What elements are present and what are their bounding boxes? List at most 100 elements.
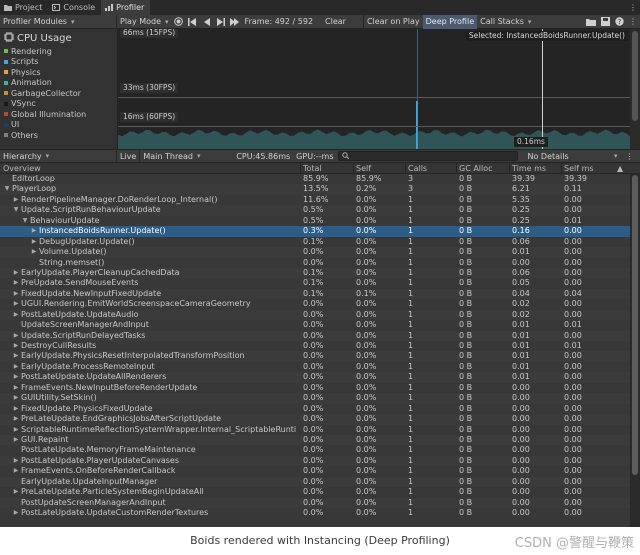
table-row[interactable]: ▶ FixedUpdate.NewInputFixedUpdate 0.1% 0.1%…	[0, 288, 640, 300]
table-row[interactable]: ▶ DebugUpdater.Update() 0.1% 0.0% 1 0 B 0.06 0.…	[0, 237, 640, 247]
column-total[interactable]: Total	[303, 164, 322, 173]
table-row[interactable]: ▶ EarlyUpdate.PlayerCleanupCachedData 0.1%…	[0, 267, 640, 279]
column-divider[interactable]	[456, 163, 457, 174]
details-dropdown[interactable]: No Details	[524, 149, 620, 163]
next-frame-icon[interactable]	[214, 15, 228, 29]
collapsed-arrow-icon[interactable]: ▶	[12, 310, 20, 320]
module-item-global-illumination[interactable]: Global Illumination	[4, 109, 86, 119]
collapsed-arrow-icon[interactable]: ▶	[12, 351, 20, 361]
profiler-modules-dropdown[interactable]: Profiler Modules	[0, 15, 116, 29]
table-row[interactable]: ▶ GUI.Repaint 0.0% 0.0% 1 0 B 0.00 0.00	[0, 434, 640, 446]
table-row[interactable]: ▶ PostLateUpdate.UpdateCustomRenderTextur…	[0, 508, 640, 518]
collapsed-arrow-icon[interactable]: ▶	[12, 372, 20, 382]
collapsed-arrow-icon[interactable]: ▶	[12, 331, 20, 341]
column-gc-alloc[interactable]: GC Alloc	[459, 164, 493, 173]
collapsed-arrow-icon[interactable]: ▶	[12, 456, 20, 466]
module-item-rendering[interactable]: Rendering	[4, 46, 52, 56]
collapsed-arrow-icon[interactable]: ▶	[12, 299, 20, 309]
collapsed-arrow-icon[interactable]: ▶	[30, 247, 38, 257]
collapsed-arrow-icon[interactable]: ▶	[12, 393, 20, 403]
module-item-others[interactable]: Others	[4, 130, 38, 140]
more-options-icon[interactable]: ⋮	[626, 15, 640, 29]
hierarchy-options-icon[interactable]: ⋮	[622, 149, 636, 163]
column-divider[interactable]	[353, 163, 354, 174]
table-row[interactable]: ▶ FrameEvents.NewInputBeforeRenderUpdate 0…	[0, 383, 640, 393]
module-item-animation[interactable]: Animation	[4, 78, 52, 88]
play-mode-dropdown[interactable]: Play Mode	[116, 14, 172, 29]
selected-frame-marker[interactable]	[542, 29, 543, 149]
table-row[interactable]: EarlyUpdate.UpdateInputManager 0.0% 0.0% 1 0…	[0, 476, 640, 488]
expanded-arrow-icon[interactable]: ▼	[3, 184, 11, 194]
column-divider[interactable]	[561, 163, 562, 174]
collapsed-arrow-icon[interactable]: ▶	[12, 435, 20, 445]
table-row[interactable]: ▶ Update.ScriptRunDelayedTasks 0.0% 0.0% 1 0 …	[0, 330, 640, 341]
table-row[interactable]: PostUpdateScreenManagerAndInput 0.0% 0.0% 1…	[0, 497, 640, 508]
cpu-usage-graph[interactable]: 66ms (15FPS) 33ms (30FPS) 16ms (60FPS) S…	[118, 29, 630, 149]
table-row[interactable]: ▶ PreUpdate.SendMouseEvents 0.1% 0.0% 1 0 B 0.…	[0, 278, 640, 288]
table-row[interactable]: ▶ DestroyCullResults 0.0% 0.0% 1 0 B 0.01 0.01	[0, 341, 640, 351]
table-row[interactable]: ▶ PreLateUpdate.EndGraphicsJobsAfterScrip…	[0, 414, 640, 425]
table-row[interactable]: EditorLoop 85.9% 85.9% 3 0 B 39.39 39.39	[0, 174, 640, 184]
column-self[interactable]: Self	[356, 164, 371, 173]
clear-on-play-button[interactable]: Clear on Play	[362, 14, 423, 29]
save-icon[interactable]	[598, 15, 612, 29]
table-row[interactable]: ▶ Volume.Update() 0.0% 0.0% 1 0 B 0.01 0.00	[0, 247, 640, 258]
table-row[interactable]: ▶ InstancedBoidsRunner.Update() 0.3% 0.0% 1 0…	[0, 226, 640, 237]
module-item-scripts[interactable]: Scripts	[4, 57, 38, 67]
table-row[interactable]: ▶ ScriptableRuntimeReflectionSystemWrappe…	[0, 425, 640, 435]
table-row[interactable]: ▼ Update.ScriptRunBehaviourUpdate 0.5% 0.0%…	[0, 205, 640, 216]
collapsed-arrow-icon[interactable]: ▶	[12, 268, 20, 278]
sort-descending-icon[interactable]: ▲	[617, 164, 623, 173]
table-row[interactable]: ▶ UGUI.Rendering.EmitWorldScreenspaceCame…	[0, 299, 640, 309]
table-row[interactable]: ▶ PreLateUpdate.ParticleSystemBeginUpdate…	[0, 487, 640, 497]
table-row[interactable]: String.memset() 0.0% 0.0% 1 0 B 0.00 0.00	[0, 258, 640, 268]
table-row[interactable]: ▶ PostLateUpdate.UpdateAllRenderers 0.0% 0.…	[0, 372, 640, 383]
clear-button[interactable]: Clear	[322, 15, 349, 29]
table-row[interactable]: UpdateScreenManagerAndInput 0.0% 0.0% 1 0 B 0…	[0, 320, 640, 330]
kebab-menu-icon[interactable]: ⋮	[626, 0, 640, 15]
module-item-physics[interactable]: Physics	[4, 67, 41, 77]
collapsed-arrow-icon[interactable]: ▶	[12, 508, 20, 518]
cpu-usage-module-header[interactable]: CPU Usage	[4, 32, 72, 45]
collapsed-arrow-icon[interactable]: ▶	[12, 362, 20, 372]
load-icon[interactable]	[584, 15, 598, 29]
collapsed-arrow-icon[interactable]: ▶	[30, 237, 38, 247]
collapsed-arrow-icon[interactable]: ▶	[30, 226, 38, 236]
expanded-arrow-icon[interactable]: ▼	[12, 205, 20, 215]
column-time-ms[interactable]: Time ms	[512, 164, 546, 173]
tab-project[interactable]: Project	[0, 0, 48, 15]
table-row[interactable]: ▼ PlayerLoop 13.5% 0.2% 3 0 B 6.21 0.11	[0, 184, 640, 195]
call-stacks-dropdown[interactable]: Call Stacks	[477, 15, 534, 29]
column-divider[interactable]	[300, 163, 301, 174]
column-calls[interactable]: Calls	[408, 164, 427, 173]
collapsed-arrow-icon[interactable]: ▶	[12, 341, 20, 351]
module-item-garbagecollector[interactable]: GarbageCollector	[4, 88, 81, 98]
table-row[interactable]: PostLateUpdate.MemoryFrameMaintenance 0.0…	[0, 445, 640, 455]
table-row[interactable]: ▶ FrameEvents.OnBeforeRenderCallback 0.0% 0…	[0, 466, 640, 476]
help-icon[interactable]: ?	[612, 15, 626, 29]
collapsed-arrow-icon[interactable]: ▶	[12, 487, 20, 497]
expanded-arrow-icon[interactable]: ▼	[21, 216, 29, 226]
collapsed-arrow-icon[interactable]: ▶	[12, 289, 20, 299]
last-frame-icon[interactable]	[228, 15, 242, 29]
tab-console[interactable]: Console	[48, 0, 101, 15]
previous-frame-icon[interactable]	[200, 15, 214, 29]
search-input[interactable]	[338, 151, 519, 161]
tab-profiler[interactable]: Profiler	[101, 0, 151, 15]
collapsed-arrow-icon[interactable]: ▶	[12, 195, 20, 205]
view-mode-dropdown[interactable]: Hierarchy	[0, 149, 116, 163]
table-row[interactable]: ▼ BehaviourUpdate 0.5% 0.0% 1 0 B 0.25 0.01	[0, 216, 640, 226]
module-item-vsync[interactable]: VSync	[4, 99, 36, 109]
collapsed-arrow-icon[interactable]: ▶	[12, 404, 20, 414]
collapsed-arrow-icon[interactable]: ▶	[12, 414, 20, 424]
table-scrollbar[interactable]	[630, 174, 640, 527]
thread-dropdown[interactable]: Main Thread	[139, 149, 233, 163]
deep-profile-button[interactable]: Deep Profile	[422, 14, 478, 29]
live-toggle[interactable]: Live	[116, 149, 139, 163]
table-row[interactable]: ▶ PostLateUpdate.UpdateAudio 0.0% 0.0% 1 0 B 0…	[0, 309, 640, 321]
table-row[interactable]: ▶ PostLateUpdate.PlayerUpdateCanvases 0.0%…	[0, 455, 640, 467]
first-frame-icon[interactable]	[186, 15, 200, 29]
column-divider[interactable]	[509, 163, 510, 174]
graph-scrollbar[interactable]	[630, 29, 640, 149]
table-row[interactable]: ▶ GUIUtility.SetSkin() 0.0% 0.0% 1 0 B 0.00 0.0…	[0, 393, 640, 404]
